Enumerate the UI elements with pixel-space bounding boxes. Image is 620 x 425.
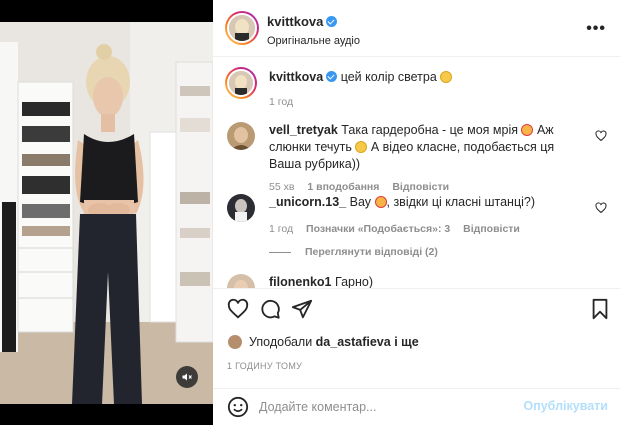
post-comment-button[interactable]: Опублікувати <box>523 399 608 413</box>
audio-link[interactable]: Оригінальне аудіо <box>267 35 360 47</box>
speaker-muted-icon <box>182 373 192 381</box>
avatar-image <box>227 122 255 150</box>
like-comment-heart-icon[interactable] <box>595 202 607 214</box>
liked-by-prefix: Уподобали <box>249 335 313 349</box>
view-replies-label: Переглянути відповіді (2) <box>305 246 438 258</box>
comment-text: vell_tretyak Така гардеробна - це моя мр… <box>269 122 589 196</box>
liked-by-username[interactable]: da_astafieva <box>316 335 391 349</box>
liked-by-others[interactable]: і ще <box>394 335 418 349</box>
commenter-avatar[interactable] <box>227 122 255 150</box>
comment-body-1: Така гардеробна - це моя мрія <box>341 123 518 137</box>
comments-list: kvittkova цей колір светра 1 год vell_tr… <box>213 58 620 288</box>
comment-time[interactable]: 55 хв <box>269 181 294 193</box>
video-player[interactable] <box>0 22 213 404</box>
view-replies-button[interactable]: Переглянути відповіді (2) <box>269 246 438 258</box>
more-options-button[interactable]: ••• <box>586 20 606 38</box>
heart-eyes-emoji-icon <box>521 124 534 136</box>
caption-time[interactable]: 1 год <box>269 96 293 108</box>
comment-text: _unicorn.13_ Вау , звідки ці класні штан… <box>269 194 589 238</box>
caption-avatar[interactable] <box>225 67 257 99</box>
liked-by: Уподобали da_astafieva і ще <box>227 334 419 350</box>
commenter-avatar[interactable] <box>227 194 255 222</box>
comment-body-1: Гарно) <box>335 275 373 288</box>
post-panel: kvittkova Оригінальне аудіо ••• kvittkov… <box>213 0 620 425</box>
author-username[interactable]: kvittkova <box>267 14 323 29</box>
avatar-image <box>227 274 255 288</box>
video-pane[interactable] <box>0 0 213 425</box>
smiling-emoji-icon <box>440 71 453 83</box>
add-comment-bar: Опублікувати <box>213 388 620 425</box>
comment-time[interactable]: 1 год <box>269 223 293 235</box>
comment-likes-count[interactable]: 1 вподобання <box>307 181 379 193</box>
comment-username[interactable]: _unicorn.13_ <box>269 195 346 209</box>
post-timestamp[interactable]: 1 ГОДИНУ ТОМУ <box>227 361 302 371</box>
heart-eyes-emoji-icon <box>374 196 387 208</box>
caption-text: kvittkova цей колір светра 1 год <box>269 69 589 111</box>
post-header: kvittkova Оригінальне аудіо ••• <box>213 0 620 57</box>
caption-body: цей колір светра <box>340 70 437 84</box>
liker-avatar[interactable] <box>227 334 243 350</box>
reply-button[interactable]: Відповісти <box>463 223 520 235</box>
comment-input[interactable] <box>259 397 529 417</box>
video-frame-image <box>0 22 213 404</box>
comment-likes-count[interactable]: Позначки «Подобається»: 3 <box>306 223 450 235</box>
share-paper-plane-icon[interactable] <box>291 298 313 320</box>
like-comment-heart-icon[interactable] <box>595 130 607 142</box>
drooling-emoji-icon <box>355 141 368 153</box>
like-heart-icon[interactable] <box>227 298 249 320</box>
avatar-image <box>229 15 255 41</box>
comment-body-1: Вау <box>349 195 372 209</box>
avatar-image <box>227 194 255 222</box>
comment-bubble-icon[interactable] <box>259 298 281 320</box>
comment-username[interactable]: vell_tretyak <box>269 123 338 137</box>
reply-button[interactable]: Відповісти <box>392 181 449 193</box>
emoji-picker-icon[interactable] <box>227 396 249 418</box>
post-actions: Уподобали da_astafieva і ще 1 ГОДИНУ ТОМ… <box>213 288 620 388</box>
caption-username[interactable]: kvittkova <box>269 70 323 84</box>
replies-divider <box>269 251 291 253</box>
save-bookmark-icon[interactable] <box>590 298 610 320</box>
verified-badge-icon <box>326 16 338 27</box>
mute-button[interactable] <box>176 366 198 388</box>
verified-badge-icon <box>326 71 338 82</box>
comment-username[interactable]: filonenko1 <box>269 275 332 288</box>
comment-text: filonenko1 Гарно) <box>269 274 589 288</box>
author-avatar[interactable] <box>225 11 259 45</box>
comment-body-2: , звідки ці класні штанці?) <box>386 195 536 209</box>
commenter-avatar[interactable] <box>227 274 255 288</box>
avatar-image <box>229 71 253 95</box>
